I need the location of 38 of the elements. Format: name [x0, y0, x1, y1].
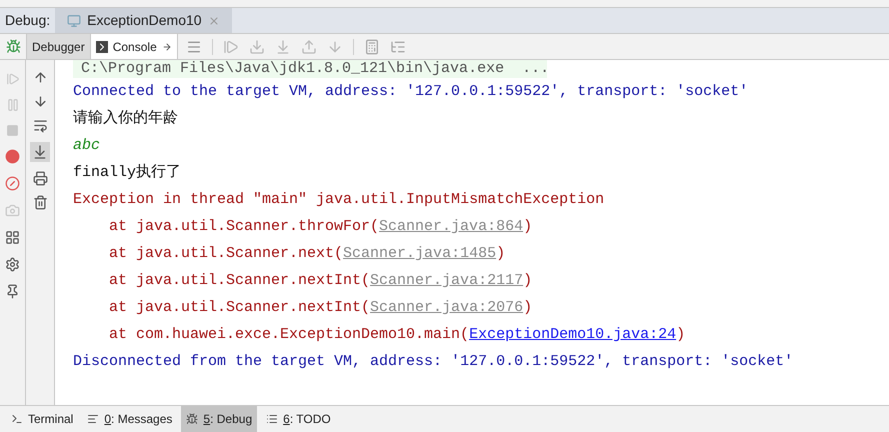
console-line: Connected to the target VM, address: '127.0.0.1:59522', transport: 'socket' — [73, 83, 748, 100]
layout-icon[interactable] — [5, 230, 20, 245]
tab-icon — [186, 413, 198, 425]
console-line: Disconnected from the target VM, address: '127.0.0.1:59522', transport: 'socket' — [73, 353, 794, 370]
down-arrow-icon[interactable] — [32, 94, 48, 109]
panel-tab[interactable]: Debugger — [26, 34, 90, 59]
menu-icon[interactable] — [186, 38, 202, 54]
wrap-icon[interactable] — [32, 118, 48, 133]
window-icon — [67, 14, 82, 28]
stack-frame: at java.util.Scanner.next(Scanner.java:1485) — [109, 245, 506, 262]
console-icon — [96, 40, 108, 52]
stack-frame: at java.util.Scanner.nextInt(Scanner.java:2076) — [109, 299, 532, 316]
settings-icon[interactable] — [5, 257, 20, 272]
stack-frame: at java.util.Scanner.throwFor(Scanner.java:864) — [109, 218, 532, 235]
session-title: ExceptionDemo10 — [87, 11, 202, 30]
tab-icon — [87, 413, 100, 425]
tool-window-tab[interactable]: 5: Debug — [181, 406, 258, 432]
stack-frame: at com.huawei.exce.ExceptionDemo10.main(ExceptionDemo10.java:24) — [109, 326, 686, 343]
scroll-to-end-icon[interactable] — [30, 142, 50, 162]
console-line: 请输入你的年龄 — [73, 110, 178, 127]
calculator-icon[interactable] — [364, 38, 380, 54]
panel-tab[interactable]: Console — [90, 34, 177, 59]
console-line: abc — [73, 137, 100, 154]
trash-icon[interactable] — [32, 195, 48, 210]
tool-window-tab[interactable]: 6: TODO — [261, 406, 336, 432]
pin-icon[interactable] — [5, 284, 20, 299]
bug-icon[interactable] — [6, 39, 20, 54]
console-line: finally执行了 — [73, 164, 182, 181]
tab-icon — [11, 413, 23, 425]
tool-window-tab[interactable]: 0: Messages — [82, 406, 178, 432]
console-line: Exception in thread "main" java.util.InputMismatchException — [73, 191, 604, 208]
session-tab[interactable]: ExceptionDemo10 — [55, 8, 232, 33]
print-icon[interactable] — [32, 171, 48, 186]
source-link[interactable]: ExceptionDemo10.java:24 — [469, 326, 676, 343]
debug-label: Debug: — [4, 11, 52, 30]
tool-window-tab[interactable]: Terminal — [6, 406, 78, 432]
close-icon[interactable] — [208, 14, 220, 26]
stack-frame: at java.util.Scanner.nextInt(Scanner.java:2117) — [109, 272, 532, 289]
